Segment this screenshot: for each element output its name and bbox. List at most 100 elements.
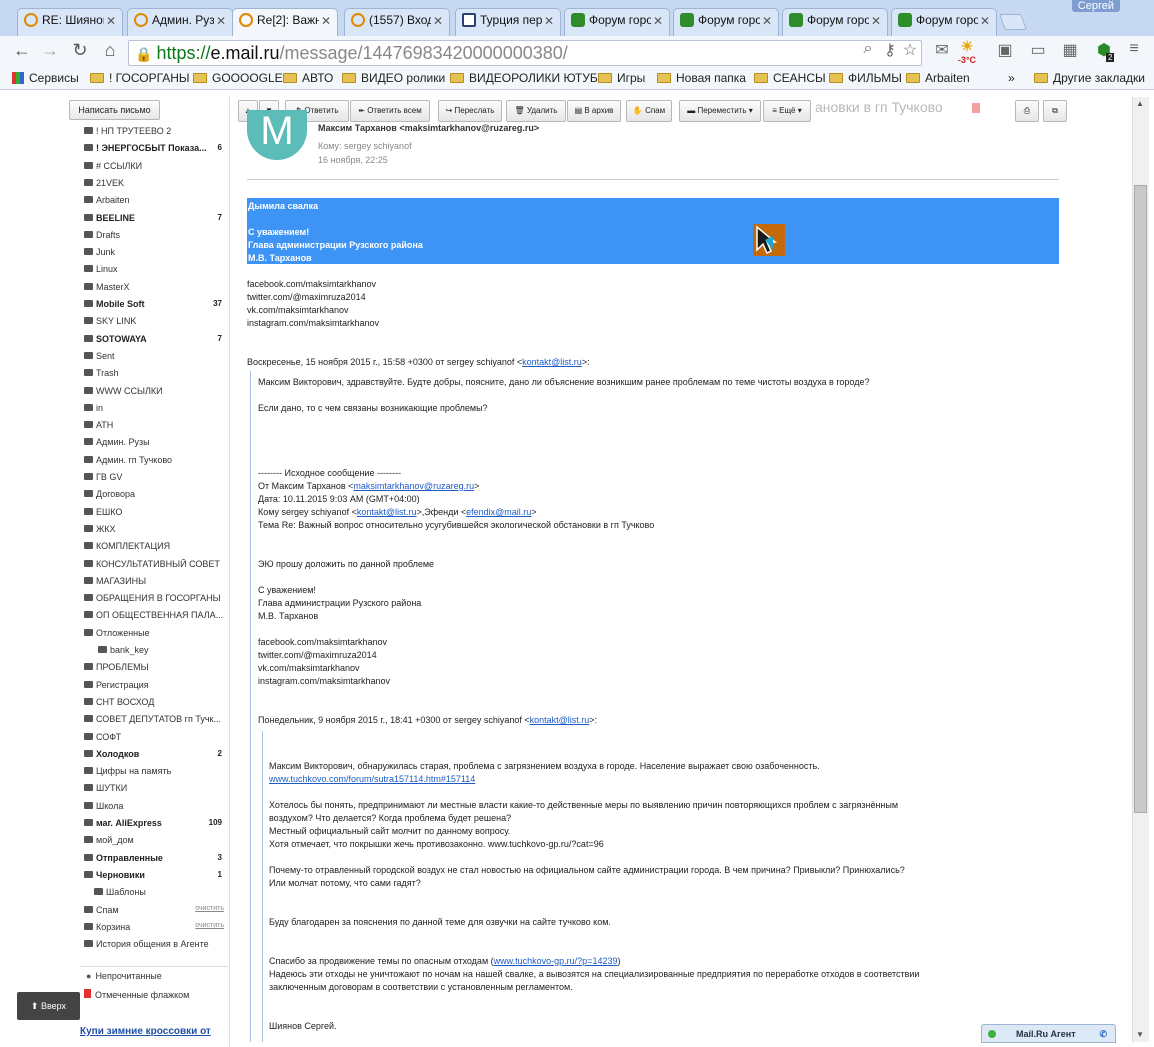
folder-item[interactable]: Черновики 1: [80, 870, 228, 886]
folder-item[interactable]: Админ. гп Тучково: [80, 455, 228, 471]
folder-item[interactable]: Школа: [80, 801, 228, 817]
folder-item[interactable]: ЕШКО: [80, 507, 228, 523]
bookmark-folder[interactable]: Новая папка: [657, 71, 746, 85]
folder-item[interactable]: ПРОБЛЕМЫ: [80, 662, 228, 678]
scroll-up-icon[interactable]: ▲: [1136, 99, 1144, 108]
folder-item[interactable]: Trash: [80, 368, 228, 384]
bookmark-folder[interactable]: ФИЛЬМЫ: [829, 71, 902, 85]
calendar-icon[interactable]: ▦: [1058, 40, 1082, 64]
browser-tab[interactable]: RE: Шиянов ✕: [17, 8, 123, 36]
menu-icon[interactable]: ≡: [1122, 40, 1146, 64]
reply-all-button[interactable]: ↞ Ответить всем: [350, 100, 430, 122]
folder-item[interactable]: маг. AliExpress 109: [80, 818, 228, 834]
folder-item[interactable]: ! НП ТРУТЕЕВО 2: [80, 126, 228, 142]
close-icon[interactable]: ✕: [871, 14, 881, 28]
email-link[interactable]: kontakt@list.ru: [357, 507, 417, 517]
folder-item[interactable]: Цифры на память: [80, 766, 228, 782]
print-button[interactable]: ⎙: [1015, 100, 1039, 122]
close-icon[interactable]: ✕: [321, 14, 331, 28]
folder-item[interactable]: Junk: [80, 247, 228, 263]
folder-item[interactable]: Drafts: [80, 230, 228, 246]
close-icon[interactable]: ✕: [653, 14, 663, 28]
folder-item[interactable]: Mobile Soft 37: [80, 299, 228, 315]
folder-item[interactable]: SOTOWAYA 7: [80, 334, 228, 350]
browser-tab[interactable]: Форум горо ✕: [673, 8, 779, 36]
bookmark-folder[interactable]: GOOOOGLE: [193, 71, 283, 85]
delete-button[interactable]: 🗑 Удалить: [506, 100, 566, 122]
close-icon[interactable]: ✕: [980, 14, 990, 28]
folder-item[interactable]: Спам очистить: [80, 905, 228, 921]
scroll-to-top-button[interactable]: ⬆ Вверх: [17, 992, 80, 1020]
close-icon[interactable]: ✕: [762, 14, 772, 28]
site-link[interactable]: www.tuchkovo-gp.ru/?p=14239: [494, 956, 618, 966]
folder-item[interactable]: ОП ОБЩЕСТВЕННАЯ ПАЛА...: [80, 610, 228, 626]
close-icon[interactable]: ✕: [106, 14, 116, 28]
browser-tab[interactable]: Турция пер ✕: [455, 8, 561, 36]
other-bookmarks[interactable]: Другие закладки: [1034, 71, 1145, 85]
bookmark-folder[interactable]: АВТО: [283, 71, 333, 85]
folder-item[interactable]: Sent: [80, 351, 228, 367]
popout-button[interactable]: ⧉: [1043, 100, 1067, 122]
folder-item[interactable]: СОВЕТ ДЕПУТАТОВ гп Тучк...: [80, 714, 228, 730]
folder-item[interactable]: MasterX: [80, 282, 228, 298]
clear-folder-link[interactable]: очистить: [195, 922, 224, 929]
folder-item[interactable]: Отложенные: [80, 628, 228, 644]
window-icon[interactable]: ▭: [1026, 40, 1050, 64]
scrollbar-thumb[interactable]: [1134, 185, 1147, 813]
folder-item[interactable]: Регистрация: [80, 680, 228, 696]
mailru-agent-bar[interactable]: Mail.Ru Агент ✆: [981, 1024, 1116, 1043]
bookmarks-overflow[interactable]: »: [1008, 71, 1015, 85]
extension-icon[interactable]: ▣: [993, 40, 1017, 64]
folder-item[interactable]: Шаблоны: [80, 887, 228, 903]
bookmark-star-icon[interactable]: ☆: [898, 40, 922, 64]
browser-tab[interactable]: Админ. Рузск✕: [127, 8, 233, 36]
forward-icon[interactable]: →: [38, 40, 62, 61]
folder-item[interactable]: in: [80, 403, 228, 419]
folder-item[interactable]: ОБРАЩЕНИЯ В ГОСОРГАНЫ: [80, 593, 228, 609]
scroll-down-icon[interactable]: ▼: [1136, 1030, 1144, 1039]
archive-button[interactable]: ▤ В архив: [567, 100, 621, 122]
folder-item[interactable]: bank_key: [80, 645, 228, 661]
filter-flagged[interactable]: Отмеченные флажком: [80, 989, 228, 1005]
folder-item[interactable]: АТН: [80, 420, 228, 436]
browser-tab[interactable]: (1557) Входящ✕: [344, 8, 450, 36]
browser-tab[interactable]: Форум горо ✕: [891, 8, 997, 36]
folder-item[interactable]: мой_дом: [80, 835, 228, 851]
browser-tab[interactable]: Re[2]: Важный✕: [232, 8, 338, 36]
folder-item[interactable]: WWW ССЫЛКИ: [80, 386, 228, 402]
folder-item[interactable]: 21VEK: [80, 178, 228, 194]
reload-icon[interactable]: ↻: [68, 40, 92, 61]
folder-item[interactable]: Linux: [80, 264, 228, 280]
filter-unread[interactable]: ● Непрочитанные: [80, 971, 228, 987]
sender[interactable]: Максим Тарханов <maksimtarkhanov@ruzareg…: [318, 123, 539, 133]
folder-item[interactable]: СНТ ВОСХОД: [80, 697, 228, 713]
phone-icon[interactable]: ✆: [1099, 1025, 1107, 1043]
flag-icon[interactable]: [972, 103, 980, 113]
zoom-icon[interactable]: ⌕: [856, 40, 880, 64]
bookmark-folder[interactable]: СЕАНСЫ: [754, 71, 826, 85]
home-icon[interactable]: ⌂: [98, 40, 122, 61]
email-link[interactable]: maksimtarkhanov@ruzareg.ru: [353, 481, 474, 491]
forum-link[interactable]: www.tuchkovo.com/forum/sutra157114.htm#1…: [269, 773, 475, 786]
folder-item[interactable]: МАГАЗИНЫ: [80, 576, 228, 592]
shield-ext-icon[interactable]: ⬢ 2: [1092, 40, 1116, 64]
folder-item[interactable]: SKY LINK: [80, 316, 228, 332]
more-button[interactable]: ≡ Ещё ▾: [763, 100, 811, 122]
back-icon[interactable]: ←: [10, 40, 34, 61]
folder-item[interactable]: BEELINE 7: [80, 213, 228, 229]
folder-item[interactable]: История общения в Агенте: [80, 939, 228, 955]
email-link[interactable]: kontakt@list.ru: [522, 357, 582, 367]
bookmark-folder[interactable]: ВИДЕОРОЛИКИ ЮТУБЕ: [450, 71, 606, 85]
folder-item[interactable]: КОМПЛЕКТАЦИЯ: [80, 541, 228, 557]
folder-item[interactable]: КОНСУЛЬТАТИВНЫЙ СОВЕТ: [80, 559, 228, 575]
clear-folder-link[interactable]: очистить: [195, 905, 224, 912]
folder-item[interactable]: ЖКХ: [80, 524, 228, 540]
browser-tab[interactable]: Форум горо ✕: [564, 8, 670, 36]
close-icon[interactable]: ✕: [544, 14, 554, 28]
bookmark-folder[interactable]: Arbaiten: [906, 71, 970, 85]
folder-item[interactable]: # ССЫЛКИ: [80, 161, 228, 177]
close-icon[interactable]: ✕: [433, 14, 443, 28]
bookmark-folder[interactable]: ! ГОСОРГАНЫ: [90, 71, 190, 85]
weather-icon[interactable]: ☀ -3°C: [955, 39, 979, 65]
folder-item[interactable]: Холодков 2: [80, 749, 228, 765]
